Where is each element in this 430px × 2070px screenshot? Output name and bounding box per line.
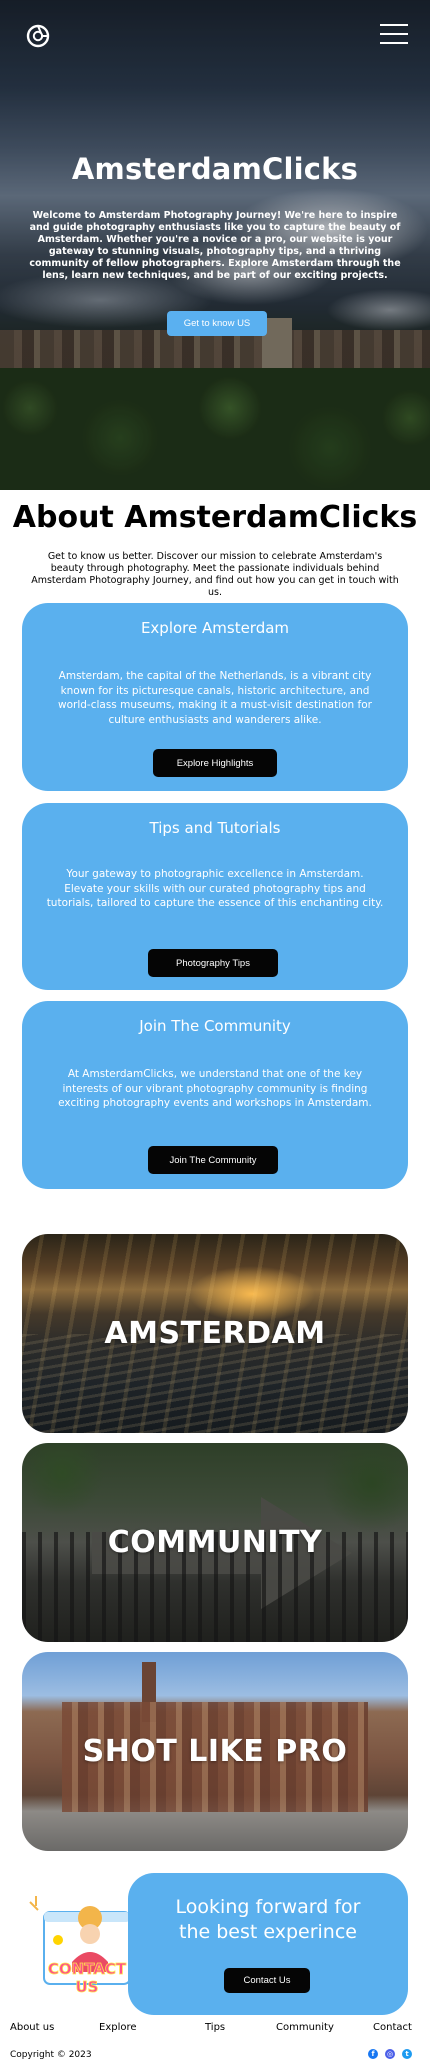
instagram-icon[interactable]: ◎ <box>385 2049 395 2059</box>
footer-link-explore[interactable]: Explore <box>99 2022 137 2033</box>
contact-us-button[interactable]: Contact Us <box>224 1968 310 1993</box>
tile-label: AMSTERDAM <box>104 1316 326 1351</box>
hero-section: AmsterdamClicks Welcome to Amsterdam Pho… <box>0 0 430 490</box>
footer-link-about[interactable]: About us <box>10 2022 54 2033</box>
card-text: Amsterdam, the capital of the Netherland… <box>58 670 372 726</box>
illustration-text-contact: CONTACT <box>48 1960 127 1978</box>
facebook-icon[interactable]: f <box>368 2049 378 2059</box>
tile-label: SHOT LIKE PRO <box>82 1734 348 1769</box>
card-explore-amsterdam: Explore Amsterdam Amsterdam, the capital… <box>22 603 408 791</box>
hamburger-menu-icon[interactable] <box>380 24 408 46</box>
tile-label: COMMUNITY <box>107 1525 323 1560</box>
card-title: Explore Amsterdam <box>140 619 290 637</box>
copyright-text: Copyright © 2023 <box>10 2050 92 2060</box>
footer-nav: About us Explore Tips Community Contact <box>0 2022 430 2036</box>
tile-shot-like-pro[interactable]: SHOT LIKE PRO <box>22 1652 408 1851</box>
join-community-button[interactable]: Join The Community <box>148 1146 278 1174</box>
card-text: At AmsterdamClicks, we understand that o… <box>58 1068 372 1109</box>
card-text: Your gateway to photographic excellence … <box>46 868 384 909</box>
footer-link-tips[interactable]: Tips <box>205 2022 225 2033</box>
card-title: Tips and Tutorials <box>149 819 281 837</box>
get-to-know-us-button[interactable]: Get to know US <box>167 311 267 336</box>
card-title: Join The Community <box>139 1017 291 1035</box>
footer-link-community[interactable]: Community <box>276 2022 334 2033</box>
contact-title: Looking forward for the best experince <box>175 1896 361 1943</box>
contact-illustration: CONTACT US <box>29 1896 131 1996</box>
tile-community[interactable]: COMMUNITY <box>22 1443 408 1642</box>
hero-title: AmsterdamClicks <box>71 152 359 186</box>
tile-amsterdam[interactable]: AMSTERDAM <box>22 1234 408 1433</box>
photography-tips-button[interactable]: Photography Tips <box>148 949 278 977</box>
about-title: About AmsterdamClicks <box>12 500 418 535</box>
footer-link-contact[interactable]: Contact <box>373 2022 412 2033</box>
illustration-text-us: US <box>76 1978 99 1996</box>
card-tips-tutorials: Tips and Tutorials Your gateway to photo… <box>22 803 408 990</box>
twitter-icon[interactable]: t <box>402 2049 412 2059</box>
hero-description: Welcome to Amsterdam Photography Journey… <box>29 210 401 281</box>
social-links: f ◎ t <box>368 2049 412 2059</box>
camera-shutter-icon[interactable] <box>26 24 50 48</box>
card-join-community: Join The Community At AmsterdamClicks, w… <box>22 1001 408 1189</box>
about-description: Get to know us better. Discover our miss… <box>31 551 399 598</box>
explore-highlights-button[interactable]: Explore Highlights <box>153 749 277 777</box>
